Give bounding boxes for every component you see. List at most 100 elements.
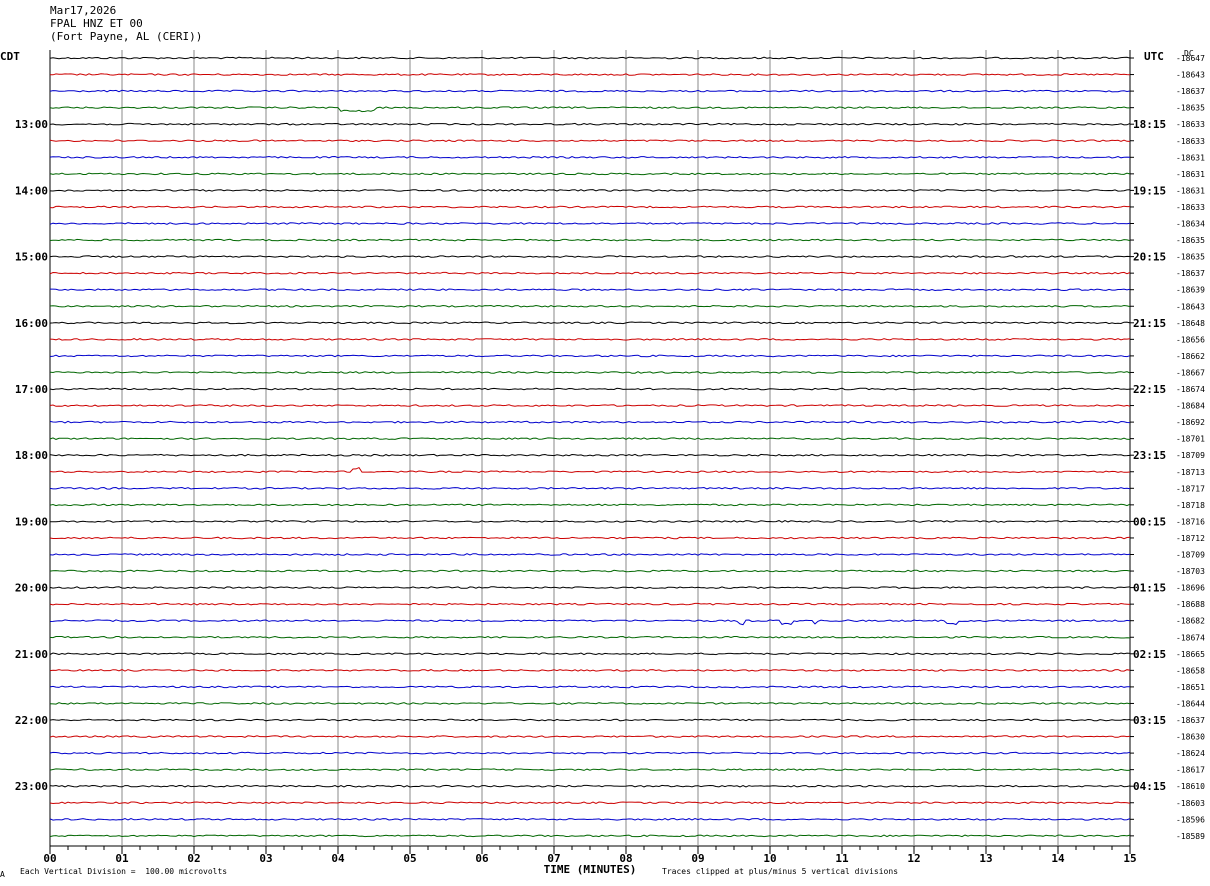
- cdt-hour-label: 22:00: [15, 714, 48, 727]
- dc-offset-value: -18709: [1176, 551, 1205, 560]
- dc-offset-value: -18684: [1176, 402, 1205, 411]
- trace-line: [49, 371, 1131, 374]
- dc-offset-value: -18639: [1176, 286, 1205, 295]
- dc-offset-value: -18674: [1176, 633, 1205, 642]
- trace-line: [49, 553, 1131, 556]
- trace-line: [49, 817, 1131, 821]
- trace-line: [49, 189, 1131, 192]
- trace-line: [49, 139, 1131, 143]
- dc-offset-value: -18637: [1176, 269, 1205, 278]
- trace-line: [49, 73, 1131, 76]
- trace-line: [49, 255, 1131, 258]
- dc-offset-value: -18637: [1176, 87, 1205, 96]
- dc-offset-value: -18633: [1176, 203, 1205, 212]
- dc-offset-value: -18665: [1176, 650, 1205, 659]
- utc-hour-label: 20:15: [1133, 251, 1166, 264]
- dc-offset-value: -18701: [1176, 435, 1205, 444]
- trace-line: [49, 271, 1131, 275]
- trace-line: [49, 354, 1131, 358]
- x-tick-label: 14: [1051, 852, 1065, 865]
- dc-offset-value: -18596: [1176, 815, 1205, 824]
- dc-offset-value: -18589: [1176, 832, 1205, 841]
- dc-offset-value: -18656: [1176, 335, 1205, 344]
- trace-line: [49, 735, 1131, 738]
- dc-offset-value: -18631: [1176, 170, 1205, 179]
- dc-offset-value: -18635: [1176, 236, 1205, 245]
- trace-line: [49, 801, 1131, 805]
- trace-line: [49, 89, 1131, 93]
- dc-offset-value: -18717: [1176, 484, 1205, 493]
- trace-line: [49, 321, 1131, 325]
- dc-offset-value: -18630: [1176, 733, 1205, 742]
- trace-line: [49, 387, 1131, 391]
- utc-hour-label: 18:15: [1133, 118, 1166, 131]
- utc-hour-label: 04:15: [1133, 780, 1166, 793]
- trace-line: [49, 155, 1131, 159]
- cdt-hour-label: 16:00: [15, 317, 48, 330]
- x-tick-label: 10: [763, 852, 776, 865]
- dc-offset-value: -18647: [1176, 54, 1205, 63]
- trace-line: [49, 635, 1131, 639]
- utc-hour-label: 01:15: [1133, 582, 1166, 595]
- x-tick-label: 06: [475, 852, 489, 865]
- dc-offset-value: -18674: [1176, 385, 1205, 394]
- utc-hour-label: 02:15: [1133, 648, 1166, 661]
- utc-hour-label: 22:15: [1133, 383, 1166, 396]
- x-tick-label: 00: [43, 852, 56, 865]
- trace-line: [49, 404, 1131, 407]
- corner-mark: A: [0, 870, 5, 879]
- x-tick-label: 11: [835, 852, 849, 865]
- x-tick-label: 12: [907, 852, 920, 865]
- utc-hour-label: 00:15: [1133, 515, 1166, 528]
- cdt-hour-label: 15:00: [15, 251, 48, 264]
- cdt-hour-label: 13:00: [15, 118, 48, 131]
- trace-line: [50, 288, 1131, 292]
- dc-offset-value: -18631: [1176, 153, 1205, 162]
- trace-line: [49, 652, 1131, 656]
- trace-line: [49, 751, 1131, 755]
- x-tick-label: 04: [331, 852, 345, 865]
- trace-line: [49, 56, 1131, 60]
- dc-offset-value: -18688: [1176, 600, 1205, 609]
- trace-line: [49, 702, 1131, 705]
- dc-offset-value: -18709: [1176, 451, 1205, 460]
- dc-offset-value: -18624: [1176, 749, 1205, 758]
- trace-line: [49, 466, 1131, 474]
- dc-offset-value: -18610: [1176, 782, 1205, 791]
- x-tick-label: 03: [259, 852, 272, 865]
- clip-note: Traces clipped at plus/minus 5 vertical …: [662, 867, 899, 876]
- dc-offset-value: -18712: [1176, 534, 1205, 543]
- dc-offset-value: -18635: [1176, 253, 1205, 262]
- x-tick-label: 13: [979, 852, 992, 865]
- cdt-hour-label: 18:00: [15, 449, 48, 462]
- dc-offset-value: -18696: [1176, 584, 1205, 593]
- dc-offset-value: -18643: [1176, 71, 1205, 80]
- trace-line: [49, 338, 1131, 341]
- dc-offset-value: -18718: [1176, 501, 1205, 510]
- trace-line: [49, 486, 1131, 490]
- dc-offset-value: -18633: [1176, 120, 1205, 129]
- trace-line: [49, 669, 1131, 672]
- trace-line: [49, 172, 1131, 176]
- x-tick-label: 01: [115, 852, 129, 865]
- cdt-hour-label: 23:00: [15, 780, 48, 793]
- dc-offset-value: -18651: [1176, 683, 1205, 692]
- trace-line: [49, 569, 1131, 573]
- dc-offset-value: -18682: [1176, 617, 1205, 626]
- dc-offset-value: -18658: [1176, 666, 1205, 675]
- utc-hour-label: 21:15: [1133, 317, 1166, 330]
- utc-hour-label: 19:15: [1133, 184, 1166, 197]
- dc-offset-value: -18643: [1176, 302, 1205, 311]
- dc-offset-value: -18634: [1176, 220, 1205, 229]
- dc-offset-value: -18635: [1176, 104, 1205, 113]
- trace-line: [49, 238, 1131, 242]
- dc-offset-value: -18667: [1176, 368, 1205, 377]
- cdt-hour-label: 21:00: [15, 648, 48, 661]
- utc-hour-label: 03:15: [1133, 714, 1166, 727]
- trace-line: [49, 420, 1131, 424]
- trace-line: [49, 784, 1131, 788]
- scale-note: Each Vertical Division = 100.00 microvol…: [20, 867, 228, 876]
- dc-offset-value: -18644: [1176, 699, 1205, 708]
- trace-line: [49, 619, 1131, 626]
- seismogram-plot: 00 01 02 03 04 05 06 07 08 09 10 11 12 13 14 15TIME (MI…: [15, 50, 1205, 876]
